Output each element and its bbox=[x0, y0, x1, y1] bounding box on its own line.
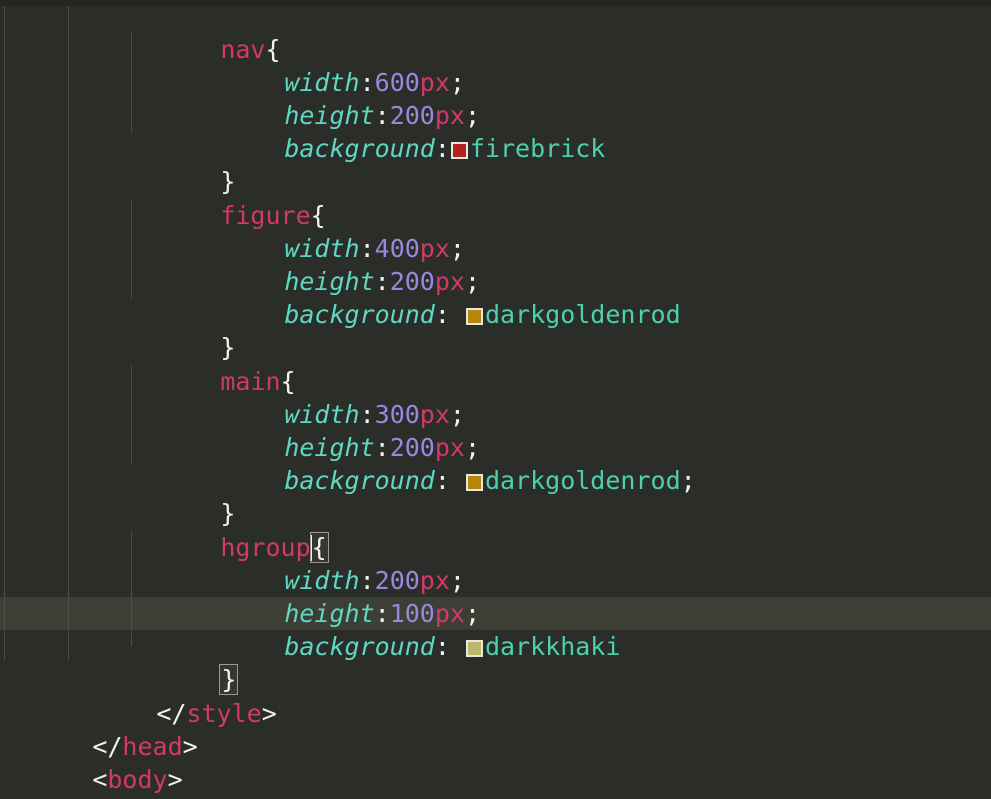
code-line-nav-height[interactable]: height:200px; bbox=[0, 66, 991, 130]
code-lines-container[interactable]: nav{ width:600px; height:200px; backgrou… bbox=[0, 0, 991, 799]
code-line-main-close[interactable]: } bbox=[0, 464, 991, 528]
code-line-hgroup-close[interactable]: } bbox=[0, 630, 991, 695]
code-line-hgroup-background[interactable]: background: darkkhaki bbox=[0, 597, 991, 661]
code-line-hgroup-selector[interactable]: hgroup{ bbox=[0, 498, 991, 563]
code-line-head-close-tag[interactable]: </head> bbox=[0, 697, 991, 761]
code-line-hgroup-width[interactable]: width:200px; bbox=[0, 531, 991, 595]
code-line-figure-width[interactable]: width:400px; bbox=[0, 199, 991, 263]
code-line-nav-background[interactable]: background: firebrick bbox=[0, 99, 991, 163]
code-line-main-selector[interactable]: main{ bbox=[0, 332, 991, 396]
code-editor[interactable]: nav{ width:600px; height:200px; backgrou… bbox=[0, 0, 991, 799]
code-line-nav-close[interactable]: } bbox=[0, 132, 991, 196]
code-line-section-element[interactable]: <section>划分区域</section> bbox=[0, 763, 991, 799]
code-line-body-open-tag[interactable]: <body> bbox=[0, 730, 991, 794]
code-line-main-background[interactable]: background: darkgoldenrod; bbox=[0, 431, 991, 495]
code-line-nav-width[interactable]: width:600px; bbox=[0, 33, 991, 97]
code-line-main-height[interactable]: height:200px; bbox=[0, 398, 991, 462]
code-line-main-width[interactable]: width:300px; bbox=[0, 365, 991, 429]
code-line-hgroup-height[interactable]: height:100px; bbox=[0, 564, 991, 628]
code-line-figure-selector[interactable]: figure{ bbox=[0, 166, 991, 230]
code-line-style-close-tag[interactable]: </style> bbox=[0, 664, 991, 728]
code-line-figure-close[interactable]: } bbox=[0, 298, 991, 362]
code-line-nav-selector[interactable]: nav{ bbox=[0, 0, 991, 64]
code-line-figure-background[interactable]: background: darkgoldenrod bbox=[0, 265, 991, 329]
code-line-figure-height[interactable]: height:200px; bbox=[0, 232, 991, 296]
